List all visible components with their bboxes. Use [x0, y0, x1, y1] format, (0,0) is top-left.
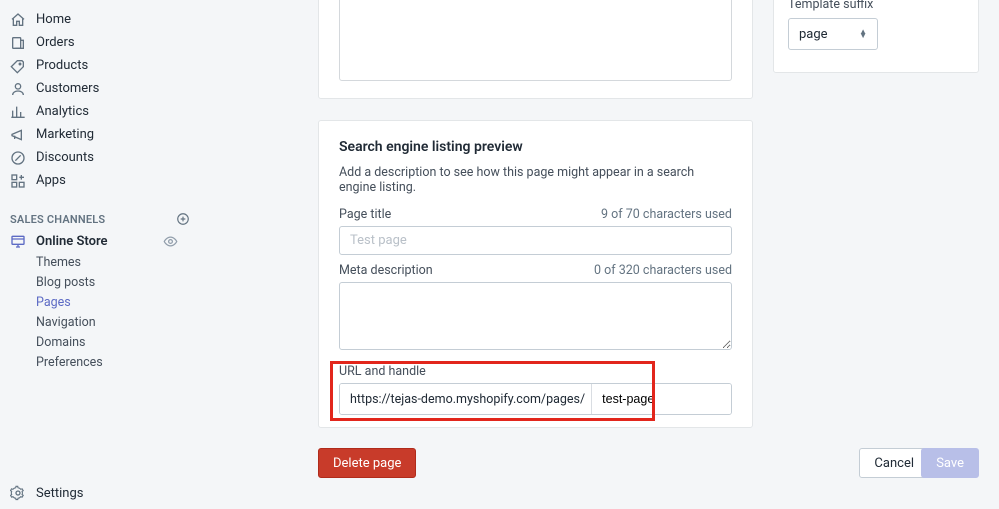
button-label: Delete page: [333, 456, 401, 471]
sub-navigation[interactable]: Navigation: [0, 312, 200, 332]
meta-description-label: Meta description: [339, 263, 433, 278]
sub-label: Themes: [36, 255, 81, 270]
nav-label: Discounts: [36, 150, 94, 165]
nav-customers[interactable]: Customers: [0, 77, 200, 100]
orders-icon: [10, 35, 26, 51]
url-prefix: https://tejas-demo.myshopify.com/pages/: [340, 384, 592, 414]
nav-discounts[interactable]: Discounts: [0, 146, 200, 169]
discounts-icon: [10, 150, 26, 166]
nav-products[interactable]: Products: [0, 54, 200, 77]
template-suffix-label: Template suffix: [788, 0, 964, 12]
nav-orders[interactable]: Orders: [0, 31, 200, 54]
content-card: [318, 0, 753, 99]
meta-description-input[interactable]: [339, 282, 732, 350]
nav-label: Analytics: [36, 104, 89, 119]
nav-settings[interactable]: Settings: [0, 481, 200, 505]
sub-domains[interactable]: Domains: [0, 332, 200, 352]
gear-icon: [10, 485, 26, 501]
main: Select a template for this page. Templat…: [200, 0, 999, 509]
sub-label: Navigation: [36, 315, 96, 330]
sub-themes[interactable]: Themes: [0, 252, 200, 272]
seo-description: Add a description to see how this page m…: [339, 165, 732, 195]
sub-label: Preferences: [36, 355, 103, 370]
sub-pages[interactable]: Pages: [0, 292, 200, 312]
nav-label: Customers: [36, 81, 99, 96]
seo-preview-card: Search engine listing preview Add a desc…: [318, 120, 753, 428]
channel-online-store[interactable]: Online Store: [0, 230, 200, 252]
url-handle-input[interactable]: [592, 384, 732, 414]
button-label: Save: [936, 456, 964, 471]
marketing-icon: [10, 127, 26, 143]
home-icon: [10, 12, 26, 28]
channel-label: Online Store: [36, 234, 108, 249]
add-channel-icon[interactable]: [176, 212, 190, 226]
sidebar: Home Orders Products Customers Analytics…: [0, 0, 200, 509]
customers-icon: [10, 81, 26, 97]
sub-label: Domains: [36, 335, 86, 350]
select-caret-icon: ▲▼: [859, 30, 867, 38]
delete-page-button[interactable]: Delete page: [318, 448, 416, 478]
meta-description-count: 0 of 320 characters used: [594, 263, 732, 278]
page-title-input[interactable]: [339, 226, 732, 255]
view-store-icon[interactable]: [163, 234, 178, 249]
template-suffix-select[interactable]: page ▲▼: [788, 18, 878, 50]
url-handle-field[interactable]: https://tejas-demo.myshopify.com/pages/: [339, 383, 732, 415]
nav-label: Orders: [36, 35, 75, 50]
nav-label: Home: [36, 12, 71, 27]
nav-apps[interactable]: Apps: [0, 169, 200, 192]
apps-icon: [10, 173, 26, 189]
online-store-icon: [10, 233, 26, 249]
url-handle-label: URL and handle: [339, 364, 732, 379]
cancel-button[interactable]: Cancel: [859, 448, 929, 478]
sales-channels-header: SALES CHANNELS: [0, 208, 200, 230]
nav-home[interactable]: Home: [0, 8, 200, 31]
button-label: Cancel: [874, 456, 914, 471]
nav-marketing[interactable]: Marketing: [0, 123, 200, 146]
template-suffix-value: page: [799, 27, 828, 42]
analytics-icon: [10, 104, 26, 120]
nav-analytics[interactable]: Analytics: [0, 100, 200, 123]
nav-label: Apps: [36, 173, 66, 188]
nav-label: Products: [36, 58, 88, 73]
nav-label: Marketing: [36, 127, 94, 142]
save-button[interactable]: Save: [921, 448, 979, 478]
sub-label: Pages: [36, 295, 71, 310]
sub-preferences[interactable]: Preferences: [0, 352, 200, 372]
template-card: Select a template for this page. Templat…: [773, 0, 979, 73]
seo-heading: Search engine listing preview: [339, 139, 732, 155]
page-title-label: Page title: [339, 207, 391, 222]
settings-label: Settings: [36, 486, 83, 501]
content-textarea[interactable]: [339, 0, 732, 81]
sub-label: Blog posts: [36, 275, 95, 290]
products-icon: [10, 58, 26, 74]
page-title-count: 9 of 70 characters used: [601, 207, 732, 222]
sales-channels-label: SALES CHANNELS: [10, 213, 105, 226]
sub-blog-posts[interactable]: Blog posts: [0, 272, 200, 292]
